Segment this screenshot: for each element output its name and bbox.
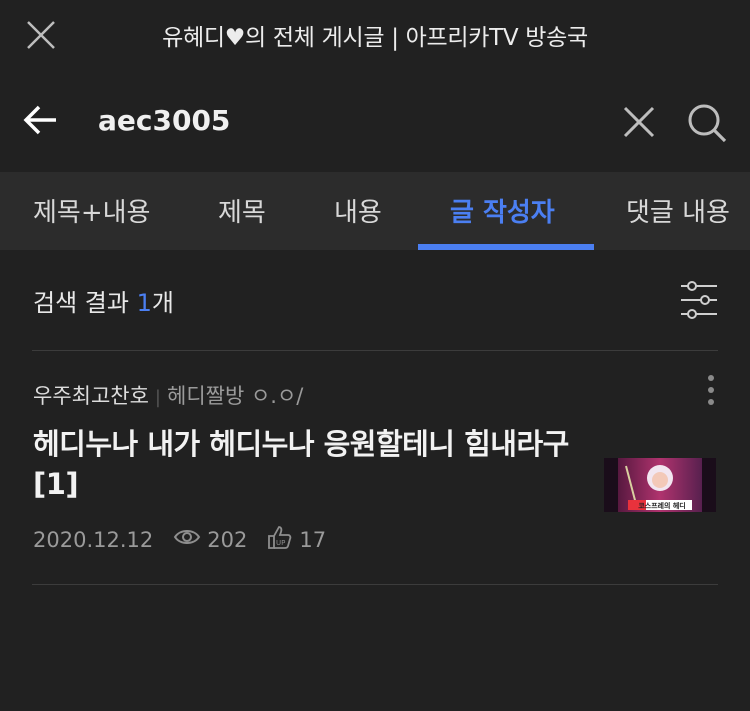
result-count: 검색 결과 1개 [33, 283, 174, 318]
divider [32, 350, 718, 351]
thumbs-up-icon: UP [267, 524, 293, 555]
post-author[interactable]: 우주최고찬호 [33, 384, 149, 408]
sliders-icon [681, 281, 717, 319]
tab-author[interactable]: 글 작성자 [450, 192, 555, 229]
divider [32, 584, 718, 585]
back-button[interactable] [22, 104, 60, 136]
tab-comment-content[interactable]: 댓글 내용 [626, 192, 730, 229]
post-stats: 2020.12.12 202 UP 17 [33, 524, 326, 555]
search-button[interactable] [686, 102, 728, 144]
post-thumbnail[interactable]: 코스프레의 헤디 [604, 458, 716, 512]
page-title: 유혜디♥의 전체 게시글 | 아프리카TV 방송국 [162, 25, 588, 51]
tab-title[interactable]: 제목 [218, 192, 266, 229]
thumbnail-caption: 코스프레의 헤디 [638, 501, 686, 510]
post-list-item[interactable]: 우주최고찬호 | 헤디짤방 ㅇ.ㅇ/ 헤디누나 내가 헤디누나 응원할테니 힘내라구… [0, 352, 750, 584]
result-count-prefix: 검색 결과 [33, 289, 137, 317]
post-title[interactable]: 헤디누나 내가 헤디누나 응원할테니 힘내라구 [1] [33, 424, 593, 504]
search-scope-tabs: 제목+내용 제목 내용 글 작성자 댓글 내용 [0, 172, 750, 250]
post-date: 2020.12.12 [33, 527, 154, 552]
result-count-number: 1 [136, 289, 152, 317]
more-options-button[interactable] [700, 374, 722, 408]
filter-button[interactable] [679, 280, 719, 320]
result-header: 검색 결과 1개 [0, 250, 750, 350]
svg-text:UP: UP [276, 539, 285, 547]
eye-icon [173, 527, 201, 552]
thumbnail-image: 코스프레의 헤디 [604, 458, 716, 512]
arrow-left-icon [23, 105, 56, 135]
top-bar: 유혜디♥의 전체 게시글 | 아프리카TV 방송국 [0, 0, 750, 68]
search-icon [688, 104, 727, 143]
meta-separator: | [154, 387, 161, 408]
search-bar [0, 68, 750, 173]
clear-search-button[interactable] [620, 103, 658, 141]
post-board[interactable]: 헤디짤방 ㅇ.ㅇ/ [167, 384, 303, 408]
result-count-suffix: 개 [151, 289, 174, 317]
tab-title-content[interactable]: 제목+내용 [33, 192, 150, 229]
post-likes: 17 [299, 527, 327, 552]
more-vertical-icon [708, 375, 714, 405]
post-views: 202 [207, 527, 248, 552]
close-icon [623, 106, 655, 138]
search-input[interactable] [98, 98, 578, 142]
post-meta: 우주최고찬호 | 헤디짤방 ㅇ.ㅇ/ [33, 380, 303, 410]
tab-content[interactable]: 내용 [334, 192, 382, 229]
